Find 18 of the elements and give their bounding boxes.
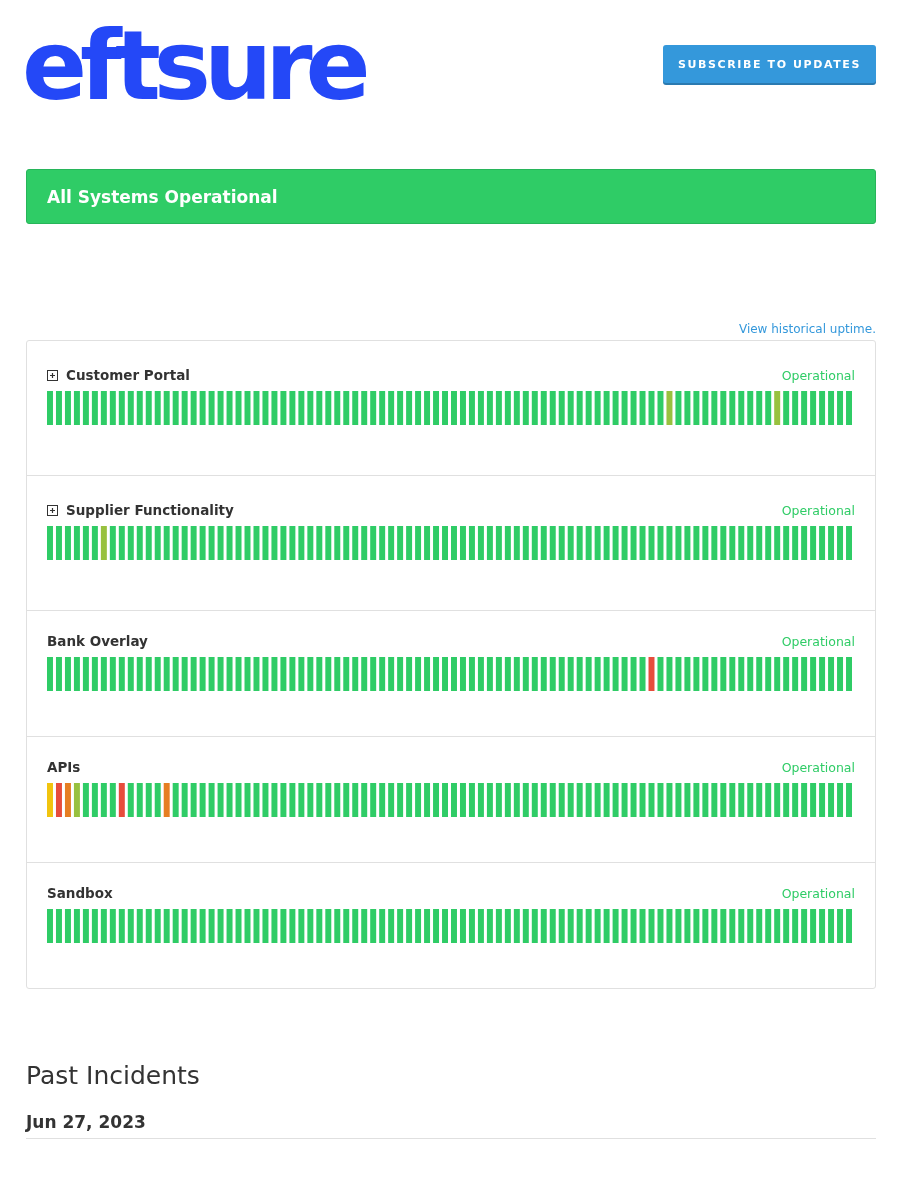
component-name: Sandbox [47,885,113,901]
section-title: Past Incidents [26,1061,201,1090]
component-name: Bank Overlay [47,633,148,649]
component-status: Operational [781,367,855,383]
component-name: Supplier Functionality [66,502,234,518]
expand-icon[interactable] [47,504,58,516]
component-status: Operational [781,885,855,901]
component-status: Operational [781,502,855,518]
component-status: Operational [781,759,855,775]
subscribe-button[interactable]: SUBSCRIBE TO UPDATES [663,45,876,83]
status-banner: All Systems Operational [26,169,876,224]
uptime-link[interactable]: View historical uptime. [738,322,876,336]
expand-icon[interactable] [47,369,58,381]
incident-date: Jun 27, 2023 [26,1112,876,1139]
component-name: Customer Portal [66,367,190,383]
component-status: Operational [781,633,855,649]
component-name: APIs [47,759,81,775]
logo: eftsure [22,18,364,114]
